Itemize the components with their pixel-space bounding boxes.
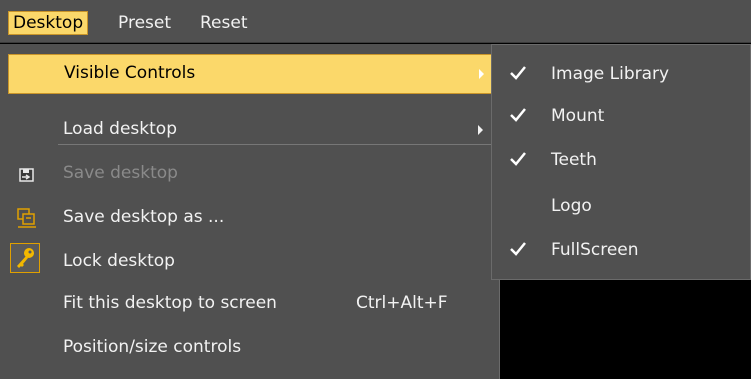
menu-item-shortcut: Ctrl+Alt+F [356, 293, 448, 313]
submenu-item-fullscreen[interactable]: FullScreen [492, 229, 750, 273]
save-as-icon [17, 208, 36, 228]
submenu-item-label: Image Library [551, 64, 670, 84]
menu-item-fit-desktop[interactable]: Fit this desktop to screen Ctrl+Alt+F [0, 284, 498, 324]
menu-preset[interactable]: Preset [114, 11, 175, 35]
submenu-arrow-icon [479, 69, 484, 79]
menu-item-load-desktop[interactable]: Load desktop [0, 110, 498, 150]
submenu-item-mount[interactable]: Mount [492, 95, 750, 139]
menu-bar: Desktop Preset Reset [0, 0, 751, 43]
menu-item-save-desktop-as[interactable]: Save desktop as ... [0, 198, 498, 238]
menu-item-position-size-controls[interactable]: Position/size controls [0, 328, 498, 368]
menu-item-label: Load desktop [63, 119, 177, 139]
checkmark-icon [510, 242, 526, 256]
key-icon [10, 243, 40, 273]
submenu-item-teeth[interactable]: Teeth [492, 139, 750, 183]
submenu-item-label: FullScreen [551, 240, 639, 260]
menu-item-save-desktop[interactable]: Save desktop [0, 154, 498, 194]
checkmark-icon [510, 108, 526, 122]
submenu-arrow-icon [478, 125, 483, 135]
submenu-item-image-library[interactable]: Image Library [492, 53, 750, 97]
visible-controls-submenu: Image Library Mount Teeth Logo FullScree… [491, 44, 751, 280]
submenu-item-label: Teeth [551, 150, 597, 170]
checkmark-icon [510, 66, 526, 80]
menu-item-lock-desktop[interactable]: Lock desktop [0, 242, 498, 282]
menu-item-visible-controls[interactable]: Visible Controls [8, 54, 496, 94]
menu-item-label: Fit this desktop to screen [63, 293, 277, 313]
desktop-dropdown-menu: Visible Controls Load desktop Save deskt… [0, 44, 500, 379]
menu-reset[interactable]: Reset [196, 11, 252, 35]
menu-item-label: Lock desktop [63, 251, 175, 271]
save-desktop-icon [19, 168, 34, 182]
menu-item-label: Visible Controls [64, 63, 196, 83]
submenu-item-label: Mount [551, 106, 605, 126]
menu-item-label: Save desktop as ... [63, 207, 225, 227]
submenu-item-label: Logo [551, 196, 592, 216]
submenu-item-logo[interactable]: Logo [492, 185, 750, 229]
menu-item-label: Save desktop [63, 163, 178, 183]
menu-item-label: Position/size controls [63, 337, 242, 357]
checkmark-icon [510, 152, 526, 166]
menu-desktop[interactable]: Desktop [8, 11, 89, 35]
